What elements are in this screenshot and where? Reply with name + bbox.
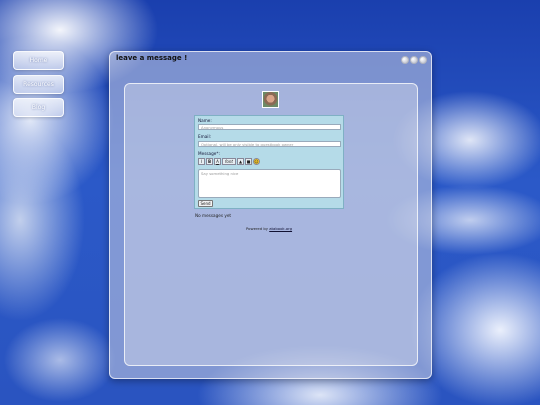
window-minimize-button[interactable] xyxy=(401,56,409,64)
italic-button[interactable]: I xyxy=(198,158,205,165)
email-input[interactable]: Optional, will be only visible to guestb… xyxy=(198,141,341,147)
nav-home-button[interactable]: Home xyxy=(13,51,64,70)
powered-by-prefix: Powered by xyxy=(246,226,270,231)
window-maximize-button[interactable] xyxy=(410,56,418,64)
window-title: leave a message ! xyxy=(116,54,188,62)
nav-home-label: Home xyxy=(29,57,48,64)
window-titlebar[interactable]: leave a message ! xyxy=(110,52,431,66)
name-label: Name: xyxy=(198,118,212,123)
underline-button[interactable]: A xyxy=(214,158,221,165)
image-icon[interactable]: ▲ xyxy=(237,158,244,165)
message-textarea[interactable]: Say something nice xyxy=(198,169,341,198)
nav-blog-button[interactable]: Blog xyxy=(13,98,64,117)
color-icon[interactable]: ■ xyxy=(245,158,252,165)
powered-by: Powered by atabook.org xyxy=(246,226,292,231)
email-label: Email: xyxy=(198,134,212,139)
name-input[interactable]: Anonymous xyxy=(198,124,341,130)
guestbook-form: Name: Anonymous Email: Optional, will be… xyxy=(194,115,344,209)
emoji-icon[interactable]: ☺ xyxy=(253,158,260,165)
nav-resources-button[interactable]: Resources xyxy=(13,75,64,94)
powered-by-link[interactable]: atabook.org xyxy=(269,226,292,231)
send-button[interactable]: Send xyxy=(198,200,213,207)
avatar xyxy=(262,91,279,108)
font-button[interactable]: font xyxy=(222,158,236,165)
nav-resources-label: Resources xyxy=(23,81,54,88)
window-close-button[interactable] xyxy=(419,56,427,64)
no-messages-text: No messages yet xyxy=(195,213,232,218)
nav-blog-label: Blog xyxy=(31,104,46,111)
message-label: Message*: xyxy=(198,151,220,156)
bold-button[interactable]: B xyxy=(206,158,213,165)
